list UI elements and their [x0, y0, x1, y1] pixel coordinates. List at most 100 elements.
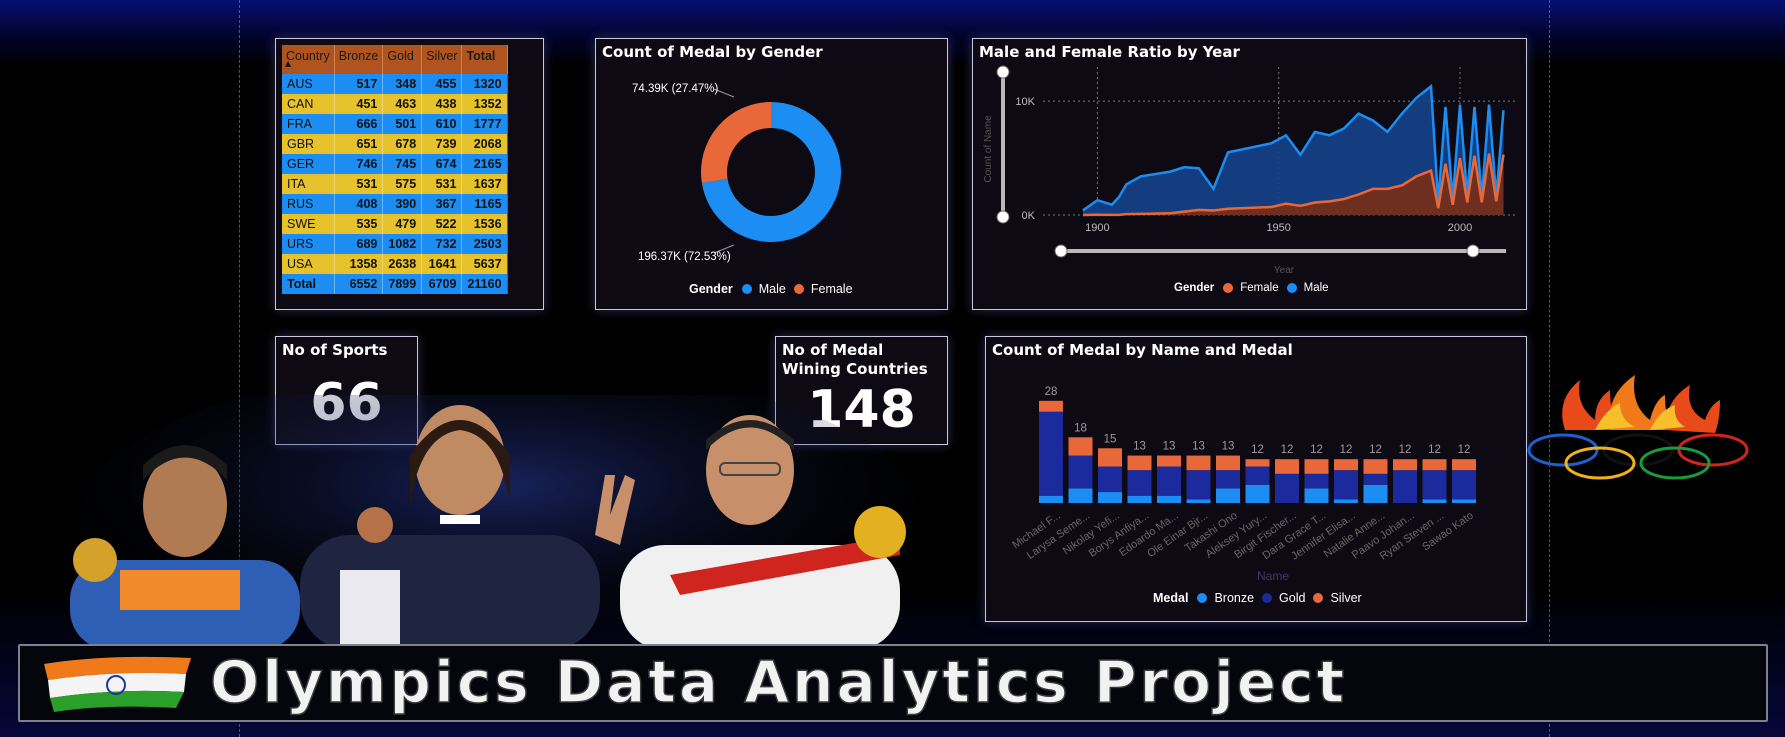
table-row[interactable]: USA 1358 2638 1641 5637 [282, 254, 508, 274]
table-cell-gold: 575 [382, 174, 423, 194]
legend-gold-label: Gold [1279, 591, 1306, 605]
donut-slice-female[interactable] [701, 101, 771, 183]
bar-segment-bronze[interactable] [1334, 499, 1358, 503]
bar-segment-bronze[interactable] [1068, 488, 1093, 503]
table-row[interactable]: CAN 451 463 438 1352 [282, 94, 508, 114]
table-cell-gold: 2638 [382, 254, 423, 274]
bar-segment-silver[interactable] [1334, 459, 1358, 471]
bar-segment-gold[interactable] [1334, 470, 1358, 500]
bar-segment-gold[interactable] [1127, 470, 1152, 496]
bar-segment-bronze[interactable] [1098, 492, 1122, 503]
x-zoom-handle-right[interactable] [1466, 244, 1480, 258]
column-header-gold[interactable]: Gold [382, 45, 423, 74]
bar-segment-silver[interactable] [1304, 459, 1329, 474]
bar-segment-gold[interactable] [1393, 470, 1417, 503]
table-row[interactable]: ITA 531 575 531 1637 [282, 174, 508, 194]
table-cell-total: 5637 [461, 254, 508, 274]
sort-ascending-icon[interactable]: ▲ [285, 59, 291, 68]
bar-segment-silver[interactable] [1186, 455, 1211, 471]
bar-segment-silver[interactable] [1127, 455, 1152, 471]
bar-segment-bronze[interactable] [1245, 484, 1270, 503]
bar-segment-bronze[interactable] [1157, 495, 1181, 503]
bar-segment-bronze[interactable] [1304, 488, 1329, 503]
table-row[interactable]: RUS 408 390 367 1165 [282, 194, 508, 214]
legend-male-label: Male [758, 282, 786, 296]
bar-segment-bronze[interactable] [1422, 499, 1447, 503]
table-row[interactable]: URS 689 1082 732 2503 [282, 234, 508, 254]
bar-segment-gold[interactable] [1422, 470, 1447, 500]
table-cell-silver: 732 [421, 234, 463, 254]
bar-segment-silver[interactable] [1216, 455, 1240, 471]
bar-segment-silver[interactable] [1393, 459, 1417, 471]
legend-male-swatch [741, 284, 752, 294]
table-cell-bronze: 651 [334, 134, 384, 154]
bar-total-label: 15 [1104, 433, 1117, 445]
bar-segment-bronze[interactable] [1452, 499, 1476, 503]
bar-total-label: 12 [1251, 444, 1264, 456]
bar-segment-silver[interactable] [1098, 448, 1122, 467]
bar-segment-silver[interactable] [1068, 437, 1093, 456]
table-row[interactable]: GBR 651 678 739 2068 [282, 134, 508, 154]
table-cell-country: FRA [282, 114, 335, 134]
gender-donut-card: Count of Medal by Gender 74.39K (27.47%)… [595, 38, 948, 310]
table-cell-gold: 1082 [382, 234, 423, 254]
bar-segment-gold[interactable] [1039, 411, 1063, 496]
bar-segment-bronze[interactable] [1127, 495, 1152, 503]
bar-total-label: 12 [1340, 444, 1353, 456]
column-header-bronze[interactable]: Bronze [334, 45, 384, 74]
bar-segment-gold[interactable] [1157, 466, 1181, 496]
legend-female-label: Female [1240, 282, 1279, 294]
table-cell-gold: 479 [382, 214, 423, 234]
bar-segment-silver[interactable] [1422, 459, 1447, 471]
table-row[interactable]: SWE 535 479 522 1536 [282, 214, 508, 234]
bar-segment-gold[interactable] [1245, 466, 1270, 485]
bar-segment-bronze[interactable] [1039, 495, 1063, 503]
sports-kpi-title: No of Sports [282, 341, 388, 359]
bar-segment-gold[interactable] [1275, 473, 1299, 503]
table-cell-bronze: 1358 [334, 254, 384, 274]
table-row[interactable]: GER 746 745 674 2165 [282, 154, 508, 174]
bar-segment-gold[interactable] [1216, 470, 1240, 489]
bar-segment-silver[interactable] [1039, 400, 1063, 412]
table-cell-silver: 674 [421, 154, 463, 174]
legend-gold-swatch [1262, 593, 1273, 603]
bar-total-label: 13 [1163, 441, 1176, 453]
bar-segment-gold[interactable] [1452, 470, 1476, 500]
column-header-silver[interactable]: Silver [421, 45, 463, 74]
bar-segment-gold[interactable] [1363, 473, 1388, 485]
banner-title: Olympics Data Analytics Project [209, 647, 1348, 717]
legend-female-swatch [793, 284, 804, 294]
table-cell-country: URS [282, 234, 335, 254]
female-data-label: 74.39K (27.47%) [632, 83, 718, 95]
table-cell-total: 1165 [461, 194, 508, 214]
legend-title: Gender [1174, 282, 1215, 294]
bar-total-label: 12 [1281, 444, 1294, 456]
y-zoom-handle-top[interactable] [996, 65, 1010, 79]
table-row[interactable]: FRA 666 501 610 1777 [282, 114, 508, 134]
table-cell-gold: 390 [382, 194, 423, 214]
table-cell-gold: 745 [382, 154, 423, 174]
bar-segment-gold[interactable] [1068, 455, 1093, 489]
table-cell-country: CAN [282, 94, 335, 114]
column-header-total[interactable]: Total [461, 45, 508, 74]
x-zoom-handle-left[interactable] [1054, 244, 1068, 258]
y-zoom-handle-bottom[interactable] [996, 210, 1010, 224]
bar-segment-gold[interactable] [1098, 466, 1122, 493]
bar-total-label: 13 [1192, 441, 1205, 453]
legend-bronze-label: Bronze [1214, 591, 1255, 605]
table-row[interactable]: AUS 517 348 455 1320 [282, 74, 508, 94]
bar-segment-silver[interactable] [1157, 455, 1181, 467]
bar-segment-silver[interactable] [1452, 459, 1476, 471]
table-cell-total: 2503 [461, 234, 508, 254]
bar-segment-bronze[interactable] [1363, 484, 1388, 503]
bar-segment-gold[interactable] [1186, 470, 1211, 500]
bar-segment-silver[interactable] [1363, 459, 1388, 474]
bar-segment-bronze[interactable] [1186, 499, 1211, 503]
bar-segment-bronze[interactable] [1216, 488, 1240, 503]
bar-total-label: 28 [1045, 386, 1058, 398]
bar-segment-silver[interactable] [1275, 459, 1299, 474]
bar-segment-gold[interactable] [1304, 473, 1329, 489]
total-cell-country: Total [282, 274, 335, 294]
table-total-row: Total 6552 7899 6709 21160 [282, 274, 508, 294]
bar-segment-silver[interactable] [1245, 459, 1270, 467]
